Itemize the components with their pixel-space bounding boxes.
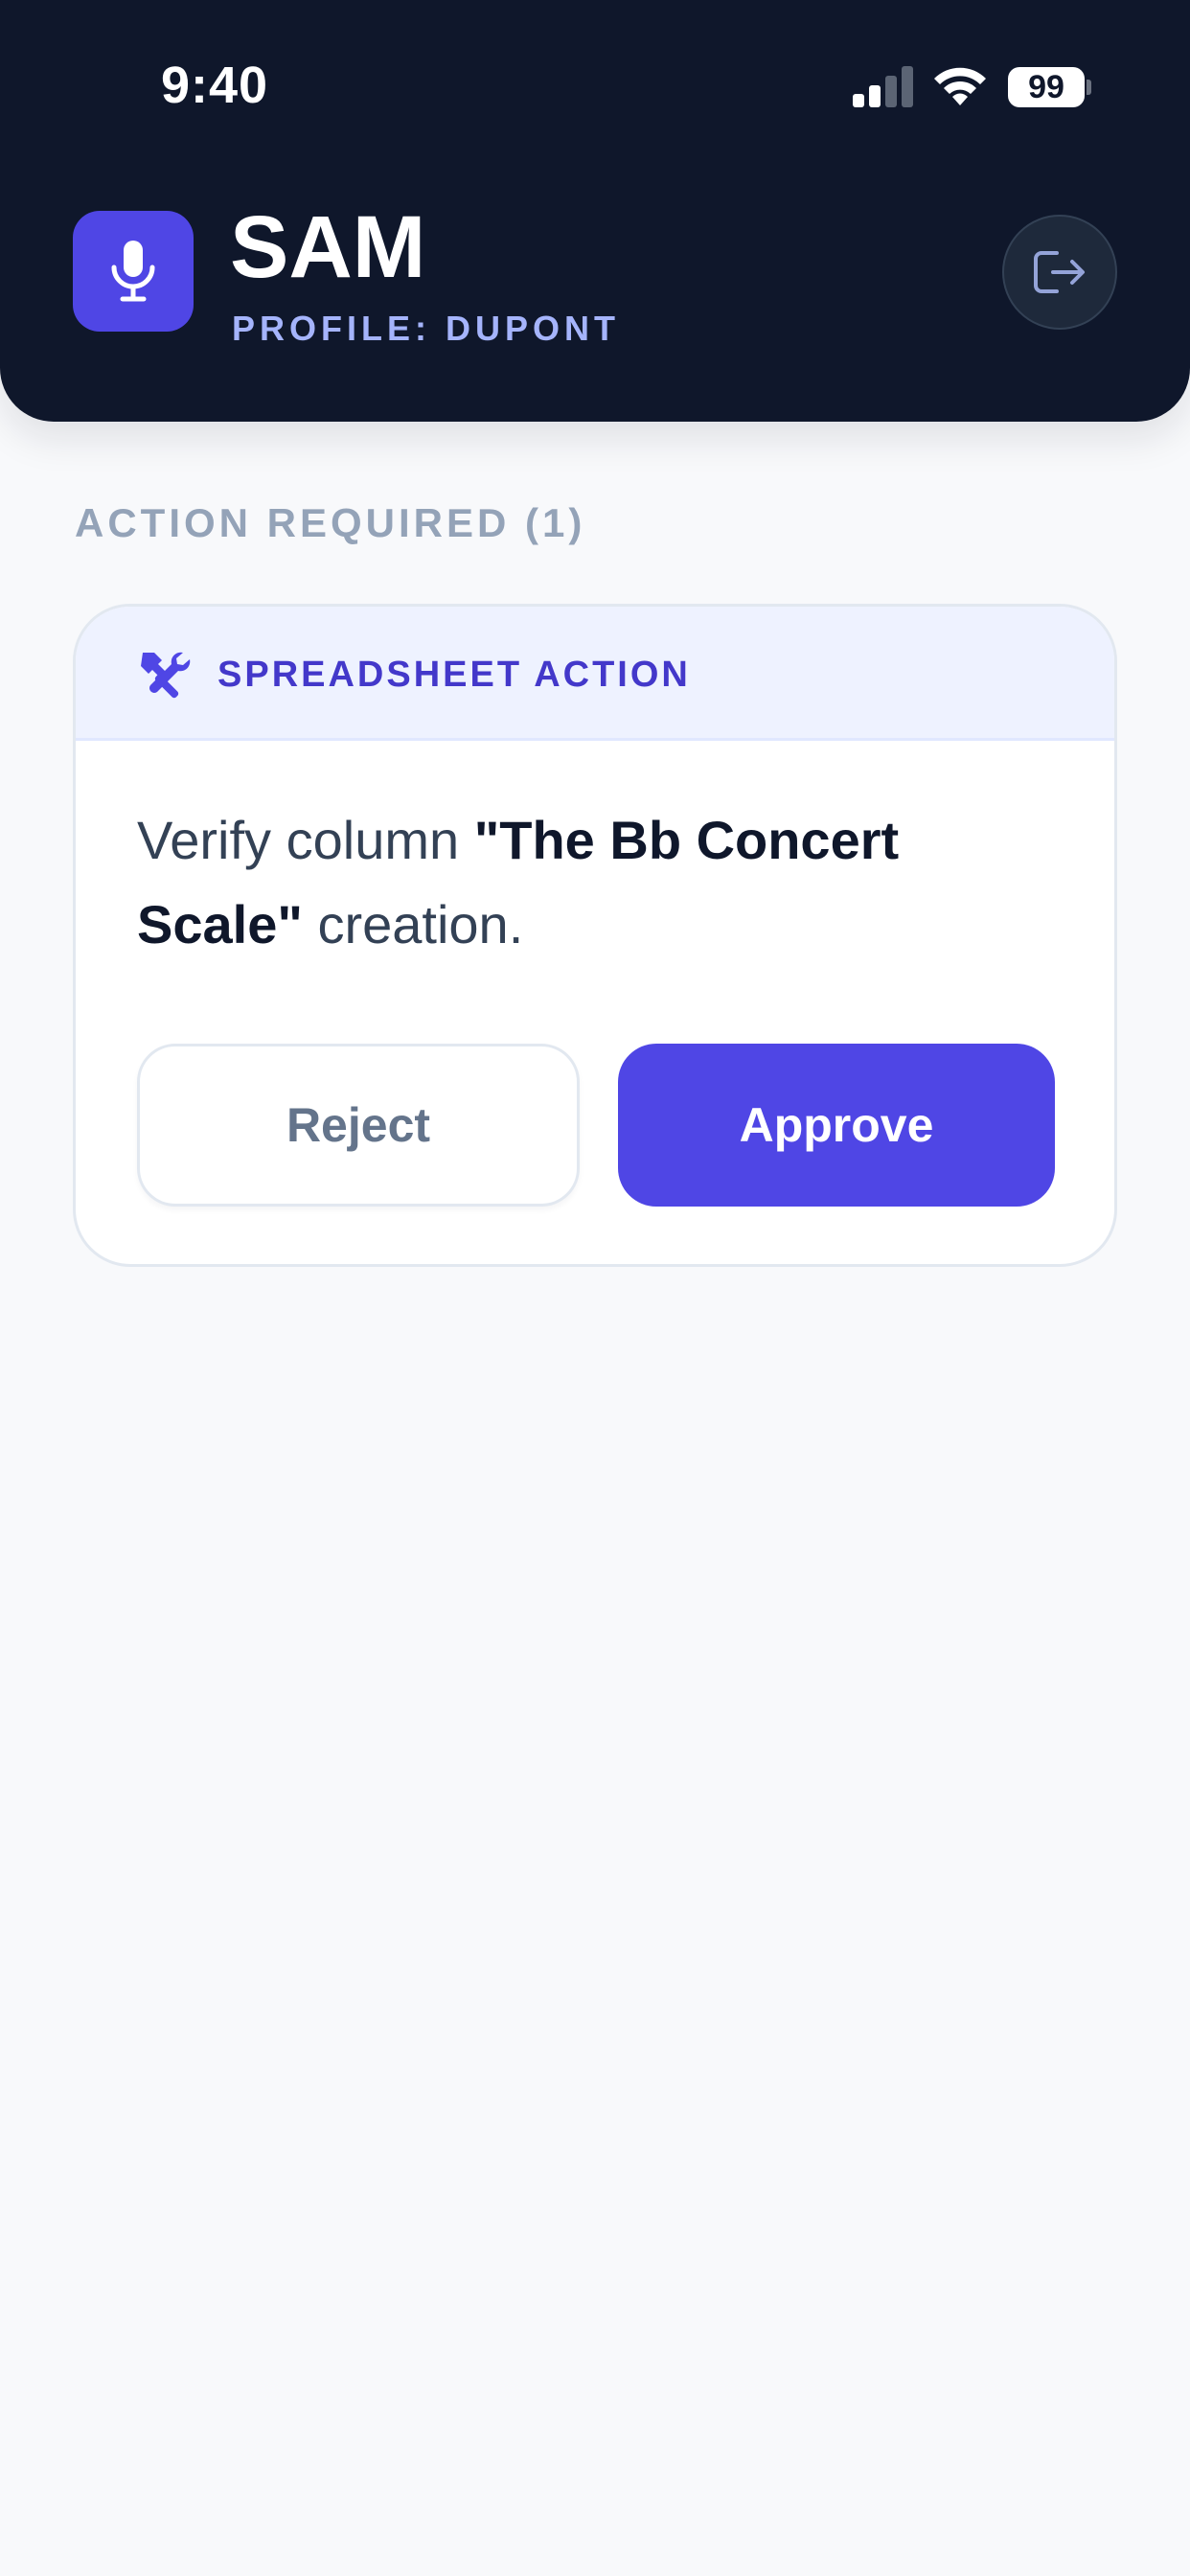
logout-button[interactable]: [1002, 215, 1117, 330]
wifi-icon: [934, 67, 986, 105]
status-bar: 9:40 99: [0, 0, 1190, 172]
status-time: 9:40: [161, 57, 269, 114]
profile-subtitle: PROFILE: DUPONT: [232, 309, 620, 348]
card-message: Verify column "The Bb Concert Scale" cre…: [137, 798, 1057, 967]
section-heading: ACTION REQUIRED (1): [75, 500, 586, 545]
card-label: SPREADSHEET ACTION: [217, 655, 691, 695]
approve-button[interactable]: Approve: [618, 1044, 1055, 1207]
reject-button[interactable]: Reject: [137, 1044, 580, 1207]
battery-icon: 99: [1008, 67, 1085, 107]
microphone-icon: [111, 241, 155, 302]
app-title: SAM: [230, 198, 426, 296]
app-logo: [73, 211, 194, 332]
battery-tip: [1087, 80, 1091, 95]
signal-icon: [853, 66, 913, 107]
card-header: SPREADSHEET ACTION: [76, 607, 1114, 741]
message-prefix: Verify column: [137, 810, 474, 870]
action-card: SPREADSHEET ACTION Verify column "The Bb…: [73, 604, 1117, 1267]
tools-icon: [141, 652, 191, 699]
app-header: 9:40 99 SAM PROFILE: DUPONT: [0, 0, 1190, 422]
battery-level: 99: [1028, 68, 1064, 105]
message-suffix: creation.: [302, 894, 524, 954]
logout-icon: [1034, 251, 1085, 293]
